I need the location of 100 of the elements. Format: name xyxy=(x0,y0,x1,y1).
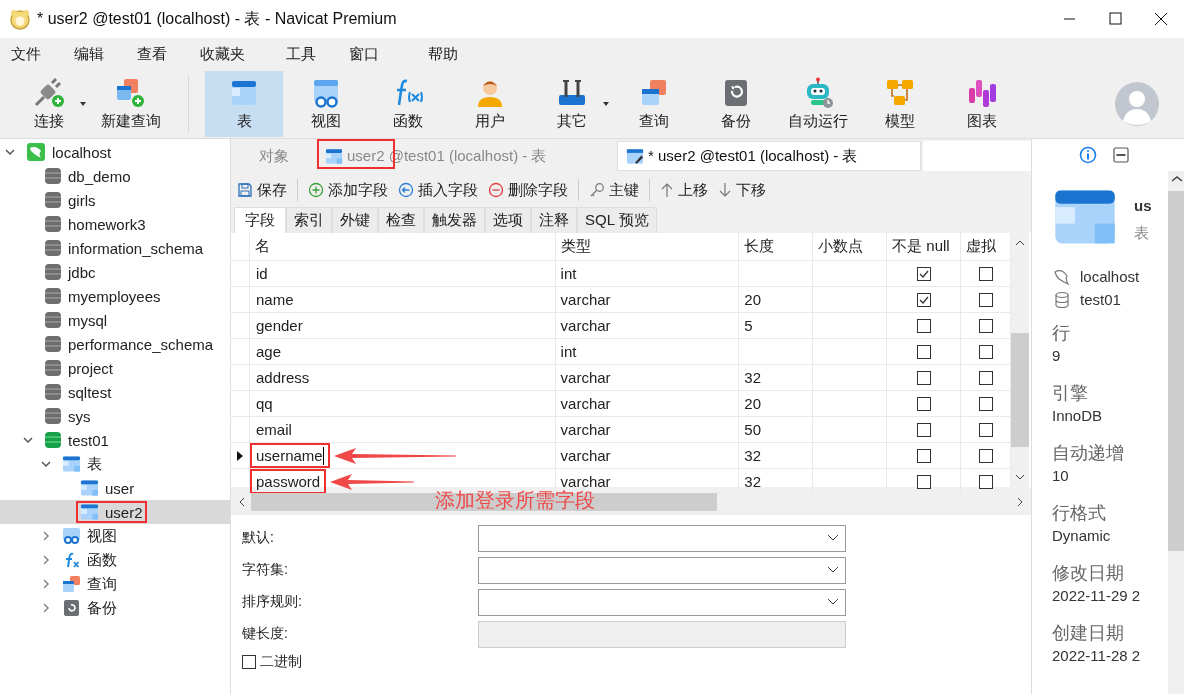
info-icon[interactable] xyxy=(1079,146,1097,164)
menu-item[interactable]: 编辑 xyxy=(71,44,107,64)
checkbox[interactable] xyxy=(916,474,931,489)
tree-item[interactable]: localhost xyxy=(52,143,112,161)
toolbar-button[interactable]: 用户 xyxy=(451,71,529,137)
tree-row[interactable]: mysql xyxy=(0,308,230,332)
tree-row[interactable]: homework3 xyxy=(0,212,230,236)
dropdown-field[interactable] xyxy=(478,524,846,552)
chevron-down-icon[interactable] xyxy=(22,434,34,446)
table-cell[interactable]: name xyxy=(250,287,300,312)
checkbox[interactable] xyxy=(916,370,931,385)
tree-item[interactable]: jdbc xyxy=(68,263,96,281)
scroll-up-icon[interactable] xyxy=(1171,175,1183,183)
tree-item[interactable]: db_demo xyxy=(68,167,131,185)
checkbox[interactable] xyxy=(978,344,993,359)
tree-row[interactable]: myemployees xyxy=(0,284,230,308)
table-cell[interactable]: gender xyxy=(250,313,309,338)
toolbar-button[interactable]: 其它 xyxy=(533,71,611,137)
chevron-down-icon[interactable] xyxy=(40,458,52,470)
column-header[interactable]: 小数点 xyxy=(813,233,888,260)
tree-row[interactable]: sys xyxy=(0,404,230,428)
column-header[interactable]: 长度 xyxy=(739,233,814,260)
checkbox[interactable] xyxy=(916,292,931,307)
checkbox[interactable] xyxy=(916,396,931,411)
tree-row[interactable]: 函数 xyxy=(0,548,230,572)
tree-item[interactable]: homework3 xyxy=(68,215,146,233)
table-row[interactable]: qq varchar 20 xyxy=(231,391,1011,417)
toolbar-button[interactable]: 主键 xyxy=(589,178,639,202)
tree-row[interactable]: localhost xyxy=(0,140,230,164)
table-row[interactable]: name varchar 20 xyxy=(231,287,1011,313)
tree-item[interactable]: 表 xyxy=(87,454,102,474)
column-header[interactable]: 类型 xyxy=(555,233,740,260)
tree-item[interactable]: sys xyxy=(68,407,91,425)
tree-item[interactable]: sqltest xyxy=(68,383,112,401)
tree-row[interactable]: 表 xyxy=(0,452,230,476)
table-cell[interactable]: 20 xyxy=(744,291,762,308)
dropdown-caret-icon[interactable] xyxy=(602,101,610,107)
tree-row[interactable]: test01 xyxy=(0,428,230,452)
menu-item[interactable]: 工具 xyxy=(283,44,319,64)
tree-row[interactable]: girls xyxy=(0,188,230,212)
table-cell[interactable]: varchar xyxy=(555,417,740,442)
tree-row[interactable]: 查询 xyxy=(0,572,230,596)
table-cell[interactable]: 32 xyxy=(744,369,762,386)
tab[interactable]: * user2 @test01 (localhost) - 表 xyxy=(617,141,921,171)
tree-row[interactable]: user xyxy=(0,476,230,500)
chevron-right-icon[interactable] xyxy=(40,578,52,590)
chevron-down-icon[interactable] xyxy=(827,534,839,542)
checkbox[interactable] xyxy=(916,422,931,437)
tree-item[interactable]: girls xyxy=(68,191,96,209)
checkbox[interactable] xyxy=(242,655,256,669)
tree-item[interactable]: project xyxy=(68,359,114,377)
checkbox[interactable] xyxy=(916,266,931,281)
tab[interactable]: 索引 xyxy=(286,207,332,233)
table-cell[interactable]: varchar xyxy=(555,365,740,390)
table-row[interactable]: id int xyxy=(231,261,1011,287)
tab[interactable]: 注释 xyxy=(531,207,577,233)
table-cell[interactable]: varchar xyxy=(555,443,740,468)
chevron-right-icon[interactable] xyxy=(40,602,52,614)
toolbar-button[interactable]: 添加字段 xyxy=(308,178,388,202)
tab[interactable]: 触发器 xyxy=(424,207,485,233)
tree-row[interactable]: information_schema xyxy=(0,236,230,260)
table-cell[interactable]: email xyxy=(250,417,298,442)
toolbar-button[interactable]: 保存 xyxy=(237,178,287,202)
scroll-left-icon[interactable] xyxy=(237,497,247,507)
tree-item[interactable]: information_schema xyxy=(68,239,204,257)
toolbar-button[interactable]: 下移 xyxy=(718,178,766,202)
table-row[interactable]: gender varchar 5 xyxy=(231,313,1011,339)
table-cell[interactable]: 5 xyxy=(744,317,753,334)
table-cell[interactable]: 32 xyxy=(744,447,762,464)
tree-item[interactable]: 视图 xyxy=(87,526,117,546)
chevron-down-icon[interactable] xyxy=(827,566,839,574)
tab[interactable]: 字段 xyxy=(234,207,286,233)
table-row[interactable]: username varchar 32 xyxy=(231,443,1011,469)
dropdown-field[interactable] xyxy=(478,556,846,584)
checkbox[interactable] xyxy=(916,318,931,333)
tree-row[interactable]: db_demo xyxy=(0,164,230,188)
table-cell[interactable]: address xyxy=(250,365,316,390)
tree-item[interactable]: 备份 xyxy=(87,598,117,618)
scroll-up-icon[interactable] xyxy=(1015,239,1025,247)
tree-item[interactable]: performance_schema xyxy=(68,335,214,353)
tree-item[interactable]: mysql xyxy=(68,311,108,329)
scroll-down-icon[interactable] xyxy=(1015,473,1025,481)
checkbox[interactable] xyxy=(978,396,993,411)
chevron-right-icon[interactable] xyxy=(40,554,52,566)
tab[interactable]: 选项 xyxy=(485,207,531,233)
toolbar-button[interactable]: 上移 xyxy=(660,178,708,202)
table-row[interactable]: email varchar 50 xyxy=(231,417,1011,443)
checkbox[interactable] xyxy=(978,474,993,489)
menu-item[interactable]: 收藏夹 xyxy=(197,44,248,64)
table-cell[interactable]: 50 xyxy=(744,421,762,438)
table-row[interactable]: age int xyxy=(231,339,1011,365)
table-cell[interactable]: id xyxy=(250,261,274,286)
tree-item[interactable]: myemployees xyxy=(68,287,161,305)
checkbox[interactable] xyxy=(916,448,931,463)
chevron-right-icon[interactable] xyxy=(40,530,52,542)
toolbar-button[interactable]: 插入字段 xyxy=(398,178,478,202)
tree-row[interactable]: user2 xyxy=(0,500,230,524)
scroll-right-icon[interactable] xyxy=(1015,497,1025,507)
tree-row[interactable]: performance_schema xyxy=(0,332,230,356)
toolbar-button[interactable]: 表 xyxy=(205,71,283,137)
